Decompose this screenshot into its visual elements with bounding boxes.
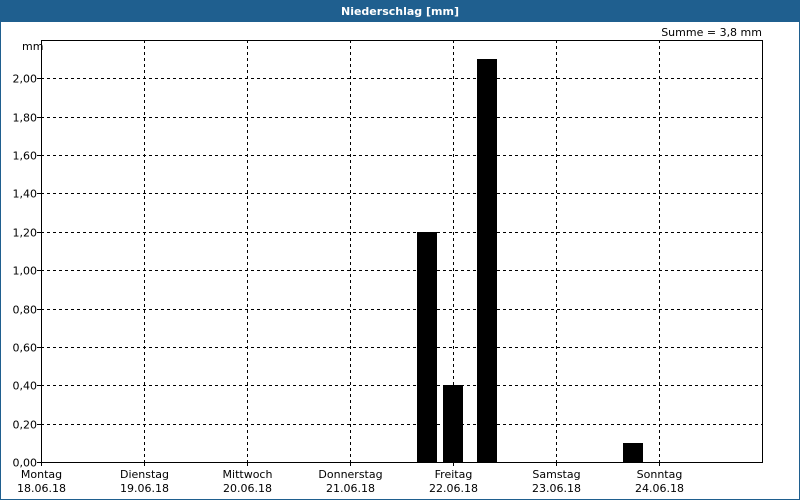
y-tick-label: 2,00 xyxy=(13,73,38,86)
y-axis-unit-label: mm xyxy=(22,40,43,53)
x-tick-label-date: 23.06.18 xyxy=(532,482,581,495)
x-tick-label-date: 22.06.18 xyxy=(429,482,478,495)
y-tick-label: 1,20 xyxy=(13,227,38,240)
y-tick-label: 1,40 xyxy=(13,188,38,201)
precip-bar xyxy=(477,59,497,462)
axis-labels: 0,000,200,400,600,801,001,201,401,601,80… xyxy=(13,73,684,496)
x-tick-label-date: 24.06.18 xyxy=(635,482,684,495)
x-tick-label-date: 18.06.18 xyxy=(17,482,66,495)
x-tick-label-weekday: Donnerstag xyxy=(318,468,382,481)
grid-lines xyxy=(41,40,762,462)
plot-frame xyxy=(41,40,763,463)
x-tick-label-weekday: Samstag xyxy=(532,468,580,481)
y-tick-label: 0,80 xyxy=(13,304,38,317)
x-tick-label-weekday: Montag xyxy=(21,468,62,481)
precip-bar xyxy=(443,385,463,462)
x-tick-label-date: 19.06.18 xyxy=(120,482,169,495)
x-tick-label-weekday: Mittwoch xyxy=(223,468,273,481)
y-tick-label: 1,80 xyxy=(13,112,38,125)
sum-label: Summe = 3,8 mm xyxy=(661,26,762,39)
axes xyxy=(37,40,763,466)
y-tick-label: 1,60 xyxy=(13,150,38,163)
y-tick-label: 0,40 xyxy=(13,380,38,393)
y-tick-label: 0,20 xyxy=(13,419,38,432)
x-tick-label-weekday: Dienstag xyxy=(120,468,169,481)
x-tick-label-weekday: Freitag xyxy=(435,468,473,481)
x-tick-label-date: 21.06.18 xyxy=(326,482,375,495)
precip-bar xyxy=(417,232,437,462)
chart-svg: 0,000,200,400,600,801,001,201,401,601,80… xyxy=(13,26,763,496)
x-tick-label-weekday: Sonntag xyxy=(637,468,683,481)
y-tick-label: 0,60 xyxy=(13,342,38,355)
x-tick-label-date: 20.06.18 xyxy=(223,482,272,495)
precip-bar xyxy=(623,443,643,462)
bar-series xyxy=(417,59,643,462)
y-tick-label: 1,00 xyxy=(13,265,38,278)
